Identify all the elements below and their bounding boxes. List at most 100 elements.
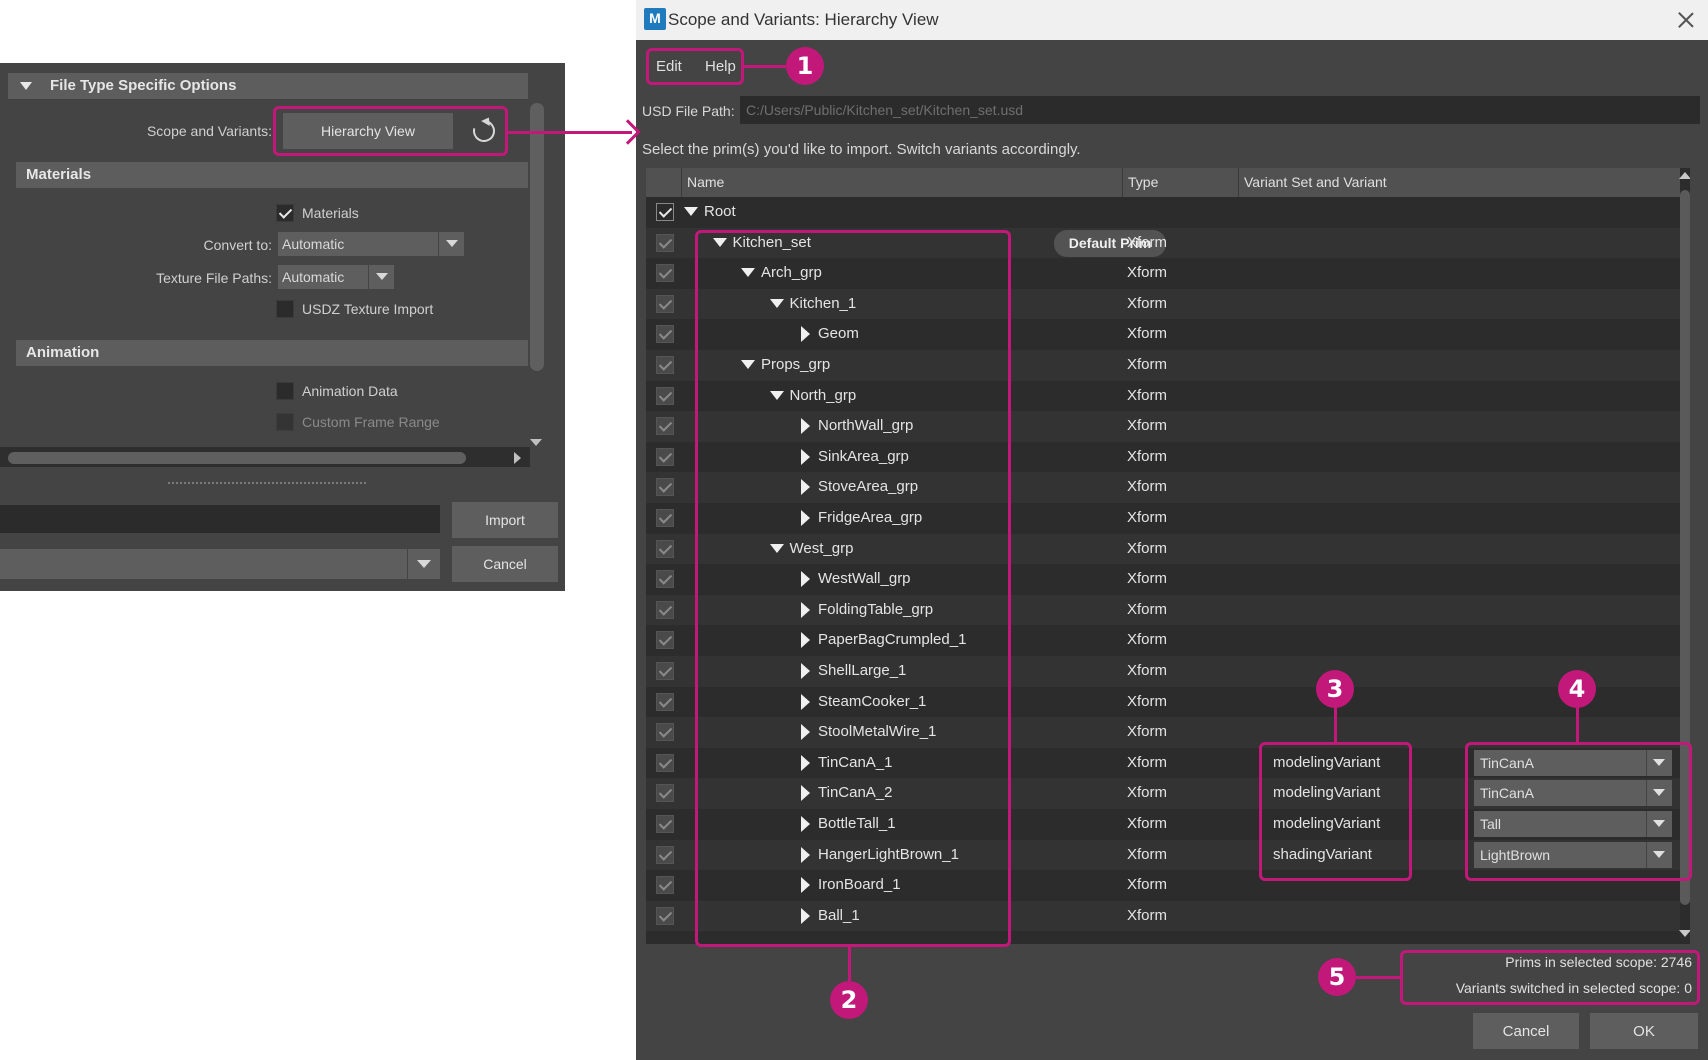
callout-box-scope-summary <box>1400 950 1700 1005</box>
row-checkbox[interactable] <box>656 386 674 405</box>
animation-section-header[interactable]: Animation <box>16 340 528 366</box>
column-header-variant[interactable]: Variant Set and Variant <box>1238 168 1690 197</box>
import-button[interactable]: Import <box>452 502 558 538</box>
row-checkbox[interactable] <box>656 845 674 864</box>
usd-file-path-field[interactable]: C:/Users/Public/Kitchen_set/Kitchen_set.… <box>740 96 1700 124</box>
callout-line-2 <box>848 947 851 981</box>
prim-type: Xform <box>1127 539 1168 557</box>
prim-type: Xform <box>1127 356 1168 373</box>
prim-type: Xform <box>1127 233 1168 251</box>
row-checkbox[interactable] <box>656 417 674 436</box>
row-checkbox[interactable] <box>656 264 674 283</box>
row-checkbox[interactable] <box>656 723 674 742</box>
prim-type: Xform <box>1127 386 1168 404</box>
row-checkbox[interactable] <box>656 294 674 313</box>
prim-type: Xform <box>1127 876 1168 894</box>
callout-box-menu <box>646 48 744 85</box>
collapse-triangle-icon <box>20 82 32 90</box>
scroll-down-arrow-icon[interactable] <box>530 439 542 446</box>
row-checkbox[interactable] <box>656 753 674 772</box>
dropdown-separator <box>407 549 408 579</box>
options-vertical-scroll-thumb[interactable] <box>530 103 544 371</box>
file-type-options-header[interactable]: File Type Specific Options <box>8 73 528 99</box>
materials-checkbox-label: Materials <box>302 205 359 221</box>
row-checkbox[interactable] <box>656 509 674 527</box>
callout-arrow-line <box>508 131 632 134</box>
prim-type: Xform <box>1127 478 1168 496</box>
prim-type: Xform <box>1127 753 1168 771</box>
row-checkbox[interactable] <box>656 631 674 650</box>
row-checkbox[interactable] <box>656 662 674 680</box>
scope-and-variants-label: Scope and Variants: <box>146 123 272 139</box>
file-name-field[interactable] <box>0 505 440 533</box>
row-checkbox[interactable] <box>656 356 674 374</box>
convert-to-value: Automatic <box>282 236 345 252</box>
row-checkbox[interactable] <box>656 692 674 711</box>
row-checkbox[interactable] <box>656 203 674 221</box>
callout-box-variant-sets <box>1259 742 1412 881</box>
callout-box-name-column <box>695 230 1011 947</box>
row-checkbox[interactable] <box>656 478 674 497</box>
dialog-title: Scope and Variants: Hierarchy View <box>668 10 939 29</box>
prim-type: Xform <box>1127 692 1168 710</box>
custom-frame-range-checkbox[interactable] <box>276 413 294 431</box>
scroll-down-arrow-icon[interactable] <box>1679 930 1690 937</box>
tree-header: Name Type Variant Set and Variant <box>646 168 1690 197</box>
row-checkbox[interactable] <box>656 815 674 833</box>
callout-line-5 <box>1356 976 1400 979</box>
left-cancel-button[interactable]: Cancel <box>452 546 558 582</box>
prim-type: Xform <box>1127 509 1168 526</box>
row-checkbox[interactable] <box>656 570 674 589</box>
row-checkbox[interactable] <box>656 784 674 803</box>
row-checkbox[interactable] <box>656 539 674 558</box>
row-checkbox[interactable] <box>656 233 674 252</box>
dialog-ok-button[interactable]: OK <box>1590 1013 1698 1049</box>
prim-type: Xform <box>1127 631 1168 649</box>
texture-file-paths-dropdown[interactable]: Automatic <box>278 265 394 289</box>
row-checkbox[interactable] <box>656 325 674 344</box>
scroll-up-arrow-icon[interactable] <box>1679 172 1690 179</box>
prim-name: Root <box>704 203 736 220</box>
expanded-triangle-icon[interactable] <box>684 207 698 216</box>
row-checkbox[interactable] <box>656 876 674 895</box>
instructions-text: Select the prim(s) you'd like to import.… <box>642 141 1081 158</box>
texture-file-paths-label: Texture File Paths: <box>156 270 272 286</box>
convert-to-dropdown[interactable]: Automatic <box>278 232 464 256</box>
panel-splitter-handle[interactable] <box>168 482 366 486</box>
scroll-right-arrow-icon[interactable] <box>514 452 521 464</box>
chevron-down-icon <box>438 232 464 256</box>
row-checkbox[interactable] <box>656 906 674 925</box>
materials-section-header[interactable]: Materials <box>16 162 528 188</box>
callout-badge-5: 5 <box>1318 958 1356 996</box>
materials-checkbox[interactable] <box>276 204 294 222</box>
row-checkbox[interactable] <box>656 600 674 619</box>
animation-data-label: Animation Data <box>302 383 398 399</box>
animation-data-checkbox[interactable] <box>276 382 294 400</box>
prim-type: Xform <box>1127 264 1168 282</box>
options-horizontal-scroll-thumb[interactable] <box>8 452 466 464</box>
usdz-texture-import-checkbox[interactable] <box>276 300 294 318</box>
close-icon[interactable] <box>1676 10 1696 30</box>
prim-type: Xform <box>1127 600 1168 618</box>
tree-row[interactable]: Root <box>646 197 1690 228</box>
usdz-texture-import-label: USDZ Texture Import <box>302 301 434 317</box>
prim-type: Xform <box>1127 447 1168 465</box>
prim-type: Xform <box>1127 570 1168 588</box>
prim-type: Xform <box>1127 417 1168 435</box>
callout-line-3 <box>1334 707 1337 742</box>
callout-box-variants <box>1465 742 1692 881</box>
custom-frame-range-label: Custom Frame Range <box>302 414 440 430</box>
prim-type: Xform <box>1127 294 1168 312</box>
prim-type: Xform <box>1127 815 1168 832</box>
maya-app-icon: M <box>644 8 666 30</box>
file-type-dropdown[interactable] <box>0 549 440 579</box>
callout-line-1 <box>744 65 786 68</box>
dialog-titlebar[interactable]: M Scope and Variants: Hierarchy View <box>636 0 1708 40</box>
row-checkbox[interactable] <box>656 447 674 466</box>
callout-badge-4: 4 <box>1558 670 1596 708</box>
column-header-name[interactable]: Name <box>681 168 1122 197</box>
callout-box-hierarchy-view <box>273 106 508 156</box>
column-header-type[interactable]: Type <box>1122 168 1238 197</box>
callout-line-4 <box>1576 707 1579 742</box>
dialog-cancel-button[interactable]: Cancel <box>1473 1013 1579 1049</box>
